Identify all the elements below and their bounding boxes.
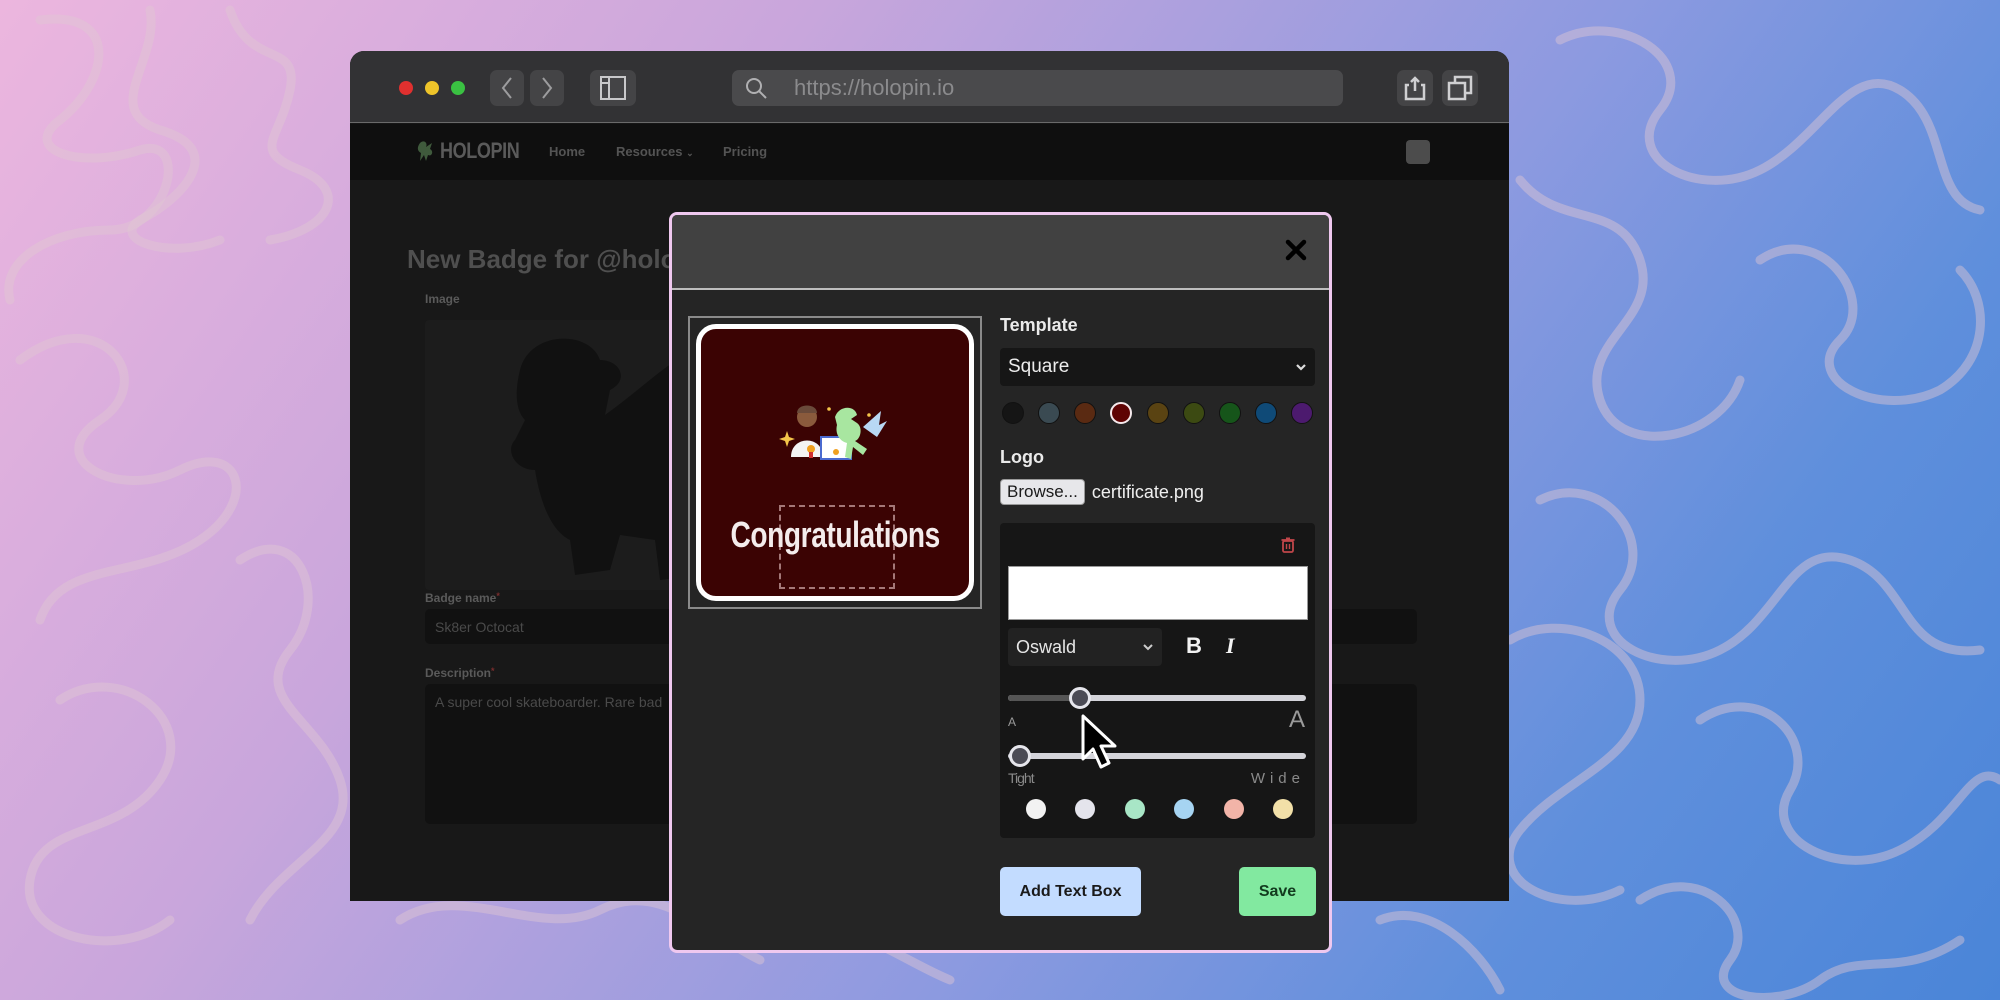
template-color-swatch[interactable] [1218, 402, 1241, 424]
font-size-max-label: A [1288, 706, 1305, 733]
text-box-input[interactable] [1008, 566, 1308, 620]
text-box-editor: Oswald B I A A Tight Wide [1000, 523, 1315, 838]
image-label: Image [425, 292, 460, 306]
font-size-slider[interactable] [1008, 687, 1306, 709]
letter-spacing-slider-thumb[interactable] [1008, 745, 1031, 767]
badge-editor-modal: Congratulations Template Square Logo Bro… [669, 212, 1332, 953]
text-color-swatch[interactable] [1026, 799, 1046, 819]
description-label-text: Description [425, 666, 492, 680]
template-selected-value: Square [1008, 356, 1070, 377]
modal-header [672, 215, 1329, 290]
font-selected-value: Oswald [1016, 636, 1077, 657]
text-color-swatch[interactable] [1174, 799, 1195, 819]
share-icon [1404, 76, 1426, 101]
chevron-down-icon: ⌄ [686, 148, 694, 158]
template-select[interactable]: Square [1000, 348, 1315, 386]
template-label: Template [1000, 315, 1078, 335]
minimize-window-button[interactable] [425, 81, 439, 95]
badge-name-label-text: Badge name [425, 591, 497, 605]
logo-file-input: Browse... certificate.png [1000, 479, 1315, 505]
badge-preview: Congratulations [688, 316, 982, 609]
nav-home[interactable]: Home [549, 144, 585, 159]
template-color-swatch[interactable] [1110, 402, 1133, 424]
template-color-swatch[interactable] [1291, 402, 1313, 424]
nav-pricing[interactable]: Pricing [723, 144, 767, 159]
text-color-swatches [1026, 799, 1293, 819]
selected-file-name: certificate.png [1091, 481, 1204, 502]
sidebar-toggle-button[interactable] [590, 70, 636, 106]
dragon-logo-icon [417, 141, 433, 161]
letter-spacing-slider[interactable] [1008, 745, 1306, 767]
template-color-swatch[interactable] [1254, 402, 1277, 424]
template-color-swatch[interactable] [1146, 402, 1169, 424]
add-text-box-button[interactable]: Add Text Box [1000, 867, 1141, 916]
bold-button[interactable]: B [1186, 633, 1202, 659]
share-button[interactable] [1397, 70, 1433, 106]
template-color-swatches [1000, 402, 1315, 424]
tabs-overview-button[interactable] [1442, 70, 1478, 106]
browser-toolbar: https://holopin.io [350, 51, 1509, 123]
font-size-min-label: A [1008, 715, 1017, 729]
required-mark: * [496, 591, 500, 601]
editor-controls: Template Square Logo Browse... certifica… [1000, 315, 1315, 838]
url-text: https://holopin.io [794, 75, 955, 100]
chevron-down-icon [1143, 644, 1153, 651]
chevron-right-icon [542, 77, 553, 99]
template-color-swatch[interactable] [1182, 402, 1205, 424]
font-size-slider-thumb[interactable] [1068, 687, 1091, 709]
chevron-down-icon [1296, 364, 1306, 371]
search-icon [746, 78, 767, 99]
browse-button[interactable]: Browse... [1000, 479, 1085, 505]
trash-icon [1281, 537, 1295, 553]
required-mark: * [491, 666, 495, 676]
nav-resources[interactable]: Resources ⌄ [616, 144, 694, 159]
text-color-swatch[interactable] [1223, 799, 1244, 819]
nav-resources-label: Resources [616, 144, 683, 159]
maximize-window-button[interactable] [451, 81, 465, 95]
template-color-swatch[interactable] [1074, 402, 1097, 424]
close-icon [1285, 239, 1307, 261]
site-navbar: HOLOPIN Home Resources ⌄ Pricing [350, 124, 1509, 180]
delete-text-box-button[interactable] [1281, 537, 1295, 558]
chevron-left-icon [501, 77, 512, 99]
sidebar-icon [600, 76, 626, 100]
spacing-min-label: Tight [1008, 770, 1035, 786]
close-window-button[interactable] [399, 81, 413, 95]
close-button[interactable] [1281, 235, 1311, 265]
logo-label: Logo [1000, 447, 1044, 467]
text-color-swatch[interactable] [1272, 799, 1293, 819]
save-button[interactable]: Save [1239, 867, 1316, 916]
description-label: Description* [425, 666, 495, 680]
address-bar[interactable]: https://holopin.io [732, 70, 1343, 106]
badge-canvas[interactable]: Congratulations [696, 324, 974, 601]
logo-text: HOLOPIN [440, 138, 520, 163]
font-select[interactable]: Oswald [1008, 628, 1162, 666]
holopin-logo[interactable]: HOLOPIN [416, 138, 537, 164]
italic-button[interactable]: I [1226, 633, 1235, 659]
text-color-swatch[interactable] [1124, 799, 1145, 819]
forward-button[interactable] [530, 70, 564, 106]
tabs-icon [1447, 75, 1473, 101]
page-title: New Badge for @holo [407, 244, 677, 274]
text-color-swatch[interactable] [1075, 799, 1096, 819]
badge-name-label: Badge name* [425, 591, 500, 605]
spacing-max-label: Wide [1250, 770, 1305, 787]
template-color-swatch[interactable] [1038, 402, 1061, 424]
badge-text: Congratulations [730, 514, 940, 555]
back-button[interactable] [490, 70, 524, 106]
template-color-swatch[interactable] [1002, 402, 1024, 424]
certificate-dragon-logo [779, 405, 887, 460]
user-avatar[interactable] [1406, 140, 1430, 164]
